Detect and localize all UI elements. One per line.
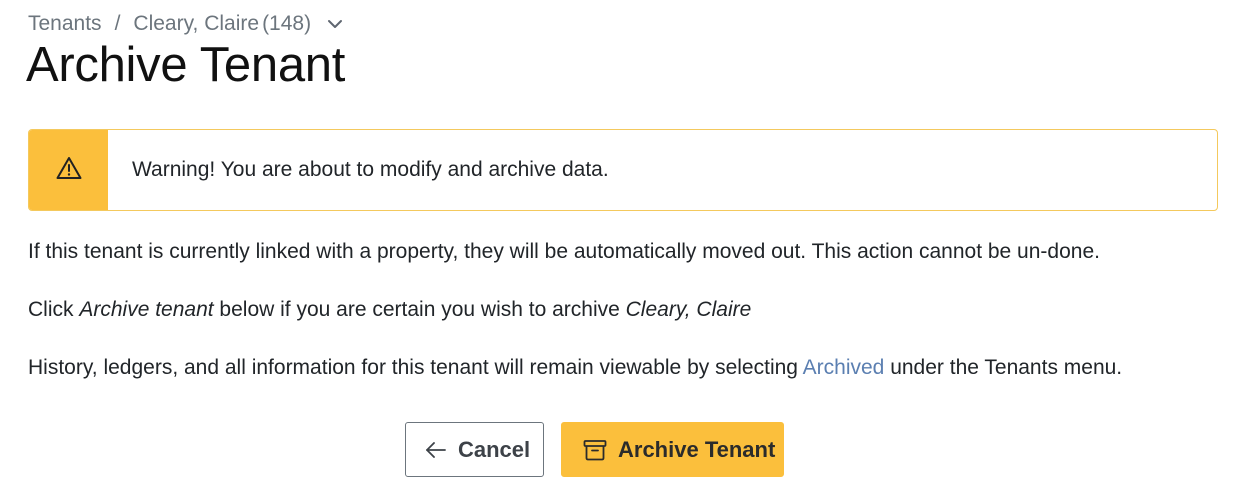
- archive-tenant-button[interactable]: Archive Tenant: [561, 422, 784, 477]
- confirm-middle: below if you are certain you wish to arc…: [213, 298, 626, 321]
- archive-box-icon: [583, 439, 607, 461]
- arrow-left-icon: [425, 441, 447, 458]
- breadcrumb-tenant-name[interactable]: Cleary, Claire: [133, 12, 259, 36]
- history-suffix: under the Tenants menu.: [884, 356, 1123, 379]
- archive-label: Archive Tenant: [618, 436, 776, 462]
- action-buttons: Cancel Archive Tenant: [405, 422, 784, 477]
- confirm-prefix: Click: [28, 298, 80, 321]
- archived-link[interactable]: Archived: [803, 356, 885, 379]
- confirm-tenant-name: Cleary, Claire: [625, 298, 752, 321]
- breadcrumb-tenants-link[interactable]: Tenants: [28, 12, 102, 36]
- chevron-down-icon[interactable]: [325, 14, 345, 34]
- cancel-button[interactable]: Cancel: [405, 422, 544, 477]
- alert-message: Warning! You are about to modify and arc…: [132, 158, 609, 181]
- alert-icon-box: [29, 130, 108, 210]
- page-title: Archive Tenant: [26, 38, 346, 92]
- breadcrumb: Tenants / Cleary, Claire (148): [28, 12, 345, 36]
- cancel-label: Cancel: [458, 436, 531, 462]
- history-notice: History, ledgers, and all information fo…: [28, 356, 1122, 380]
- breadcrumb-separator: /: [114, 12, 121, 35]
- moveout-notice: If this tenant is currently linked with …: [28, 240, 1100, 263]
- warning-triangle-icon: [56, 156, 82, 185]
- warning-alert: Warning! You are about to modify and arc…: [28, 129, 1218, 211]
- confirm-action-name: Archive tenant: [79, 298, 214, 321]
- confirm-instruction: Click Archive tenant below if you are ce…: [28, 298, 751, 322]
- breadcrumb-tenant-count: (148): [262, 12, 312, 35]
- history-prefix: History, ledgers, and all information fo…: [28, 356, 803, 379]
